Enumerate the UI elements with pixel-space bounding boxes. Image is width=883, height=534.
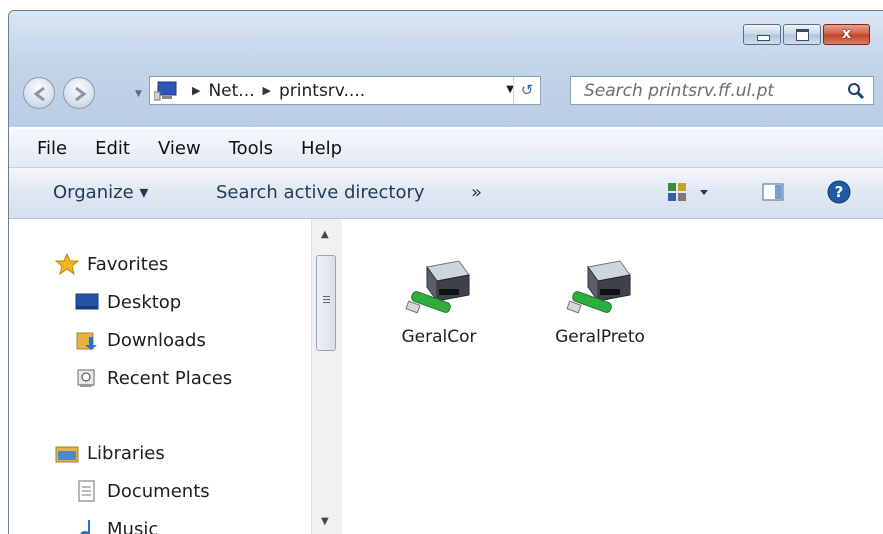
crumb-printsrv[interactable]: printsrv.... (279, 81, 365, 101)
nav-music-label: Music (107, 519, 158, 534)
maximize-icon (796, 29, 809, 41)
help-button[interactable]: ? (827, 180, 851, 209)
menu-help[interactable]: Help (301, 138, 342, 159)
libraries-icon (55, 442, 79, 464)
back-arrow-icon (30, 84, 50, 104)
nav-music[interactable]: Music (75, 518, 158, 534)
preview-pane-icon (761, 181, 785, 203)
menu-view[interactable]: View (158, 138, 201, 159)
search-icon[interactable] (847, 82, 865, 100)
scroll-up-arrow-icon[interactable]: ▲ (321, 229, 329, 240)
menu-bar: File Edit View Tools Help (9, 129, 883, 168)
nav-favorites-label: Favorites (87, 254, 168, 275)
printer-item-geralpreto[interactable]: GeralPreto (535, 255, 665, 347)
minimize-icon (757, 35, 770, 41)
search-box[interactable]: Search printsrv.ff.ul.pt (570, 76, 874, 105)
nav-libraries-label: Libraries (87, 443, 165, 464)
maximize-button[interactable] (783, 24, 821, 45)
navigation-pane: Favorites Desktop Downloads Recent Place… (9, 219, 342, 534)
file-list: GeralCor GeralPreto (342, 219, 883, 534)
nav-documents[interactable]: Documents (75, 480, 210, 502)
grip-line (323, 299, 330, 300)
crumb-arrow-icon[interactable]: ▶ (192, 84, 200, 97)
printer-name: GeralCor (401, 327, 476, 347)
organize-button[interactable]: Organize ▾ (53, 182, 148, 203)
network-computer-icon (154, 80, 184, 102)
scroll-down-arrow-icon[interactable]: ▼ (321, 516, 329, 527)
nav-scrollbar[interactable]: ▲ ▼ (311, 219, 342, 534)
view-icon (666, 181, 714, 203)
more-commands-button[interactable]: » (471, 182, 482, 203)
nav-downloads[interactable]: Downloads (75, 329, 206, 351)
menu-tools[interactable]: Tools (229, 138, 273, 159)
forward-arrow-icon (70, 84, 90, 104)
explorer-window: x ▼ ▶ Net... ▶ printsrv.... ▼ ↺ Search p… (8, 10, 883, 534)
grip-line (323, 302, 330, 303)
title-chrome: x ▼ ▶ Net... ▶ printsrv.... ▼ ↺ Search p… (9, 11, 883, 127)
menu-edit[interactable]: Edit (95, 138, 130, 159)
address-bar[interactable]: ▶ Net... ▶ printsrv.... ▼ ↺ (149, 76, 541, 105)
scrollbar-thumb[interactable] (316, 255, 336, 351)
refresh-button[interactable]: ↺ (513, 77, 540, 104)
network-printer-icon (403, 255, 475, 319)
downloads-folder-icon (75, 329, 99, 351)
desktop-icon (75, 291, 99, 313)
recent-pages-dropdown[interactable]: ▼ (135, 89, 142, 99)
nav-downloads-label: Downloads (107, 330, 206, 351)
nav-desktop-label: Desktop (107, 292, 181, 313)
printer-item-geralcor[interactable]: GeralCor (374, 255, 504, 347)
nav-recent-places[interactable]: Recent Places (75, 367, 232, 389)
close-icon: x (824, 25, 869, 44)
nav-desktop[interactable]: Desktop (75, 291, 181, 313)
grip-line (323, 296, 330, 297)
nav-recent-places-label: Recent Places (107, 368, 232, 389)
nav-documents-label: Documents (107, 481, 210, 502)
search-active-directory-button[interactable]: Search active directory (216, 182, 425, 203)
crumb-arrow-icon[interactable]: ▶ (263, 84, 271, 97)
preview-pane-button[interactable] (761, 181, 785, 208)
forward-button[interactable] (63, 77, 95, 109)
svg-text:?: ? (835, 183, 844, 201)
star-icon (55, 253, 79, 275)
music-icon (75, 518, 99, 534)
recent-places-icon (75, 367, 99, 389)
crumb-network[interactable]: Net... (208, 81, 254, 101)
nav-favorites[interactable]: Favorites (55, 253, 168, 275)
search-input[interactable]: Search printsrv.ff.ul.pt (584, 81, 774, 101)
network-printer-icon (564, 255, 636, 319)
change-view-button[interactable] (666, 181, 714, 208)
nav-libraries[interactable]: Libraries (55, 442, 165, 464)
documents-icon (75, 480, 99, 502)
back-button[interactable] (23, 77, 55, 109)
printer-name: GeralPreto (555, 327, 645, 347)
caption-buttons: x (741, 24, 870, 45)
close-button[interactable]: x (823, 24, 870, 45)
menu-file[interactable]: File (37, 138, 67, 159)
command-bar: Organize ▾ Search active directory » ? (9, 168, 883, 219)
minimize-button[interactable] (743, 24, 781, 45)
help-icon: ? (827, 180, 851, 204)
